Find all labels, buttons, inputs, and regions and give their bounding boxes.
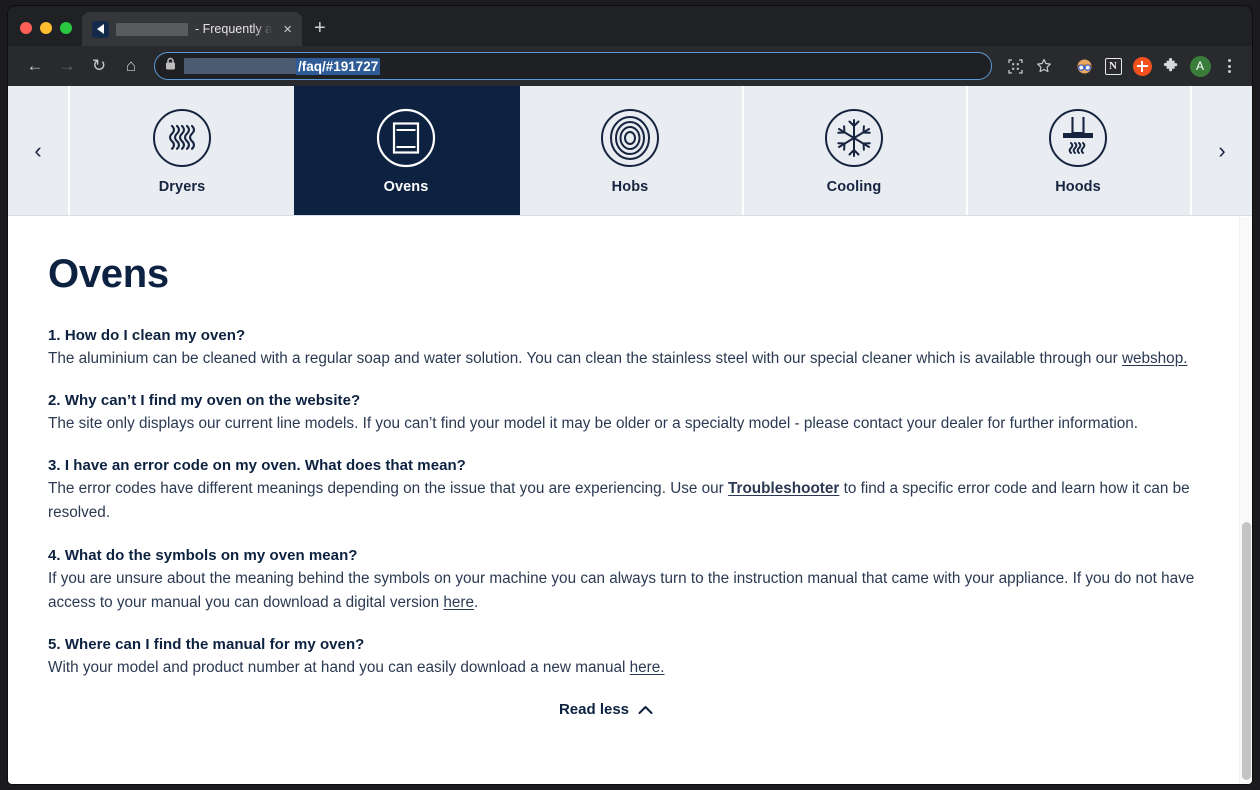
faq-answer-text: The aluminium can be cleaned with a regu… <box>48 350 1122 367</box>
page-scrollbar[interactable] <box>1239 217 1252 784</box>
faq-content: Ovens 1. How do I clean my oven? The alu… <box>8 216 1252 783</box>
faq-item: 5. Where can I find the manual for my ov… <box>48 636 1204 680</box>
carousel-label-hobs: Hobs <box>611 178 649 195</box>
redacted-site-name <box>116 22 188 36</box>
bookmark-star-icon[interactable] <box>1031 53 1057 79</box>
faq-answer: The error codes have different meanings … <box>48 477 1204 525</box>
profile-avatar-letter: A <box>1189 55 1211 77</box>
new-tab-button[interactable]: + <box>314 18 326 38</box>
site-favicon <box>92 20 109 38</box>
faq-answer-text: With your model and product number at ha… <box>48 658 630 676</box>
faq-item: 4. What do the symbols on my oven mean? … <box>48 547 1204 615</box>
page-viewport: ‹ Dryers Ovens Hobs Cooling Hoods › Oven… <box>8 86 1252 784</box>
faq-answer-link[interactable]: here. <box>630 659 665 676</box>
carousel-prev-button[interactable]: ‹ <box>8 86 70 215</box>
faq-answer-text-post: . <box>474 593 479 611</box>
faq-answer: If you are unsure about the meaning behi… <box>48 567 1204 615</box>
close-tab-icon[interactable]: × <box>279 20 296 39</box>
reload-button[interactable]: ↻ <box>84 51 114 81</box>
orange-plus-extension-icon[interactable] <box>1129 53 1155 79</box>
carousel-item-hoods[interactable]: Hoods <box>966 86 1190 215</box>
faq-question: 2. Why can’t I find my oven on the websi… <box>48 392 361 410</box>
faq-answer-text: The error codes have different meanings … <box>48 480 729 498</box>
faq-item: 1. How do I clean my oven? The aluminium… <box>48 327 1204 371</box>
maximize-window-button[interactable] <box>60 22 72 34</box>
carousel-label-ovens: Ovens <box>383 178 429 195</box>
chevron-up-icon <box>638 705 653 714</box>
qr-code-icon[interactable] <box>1002 53 1028 79</box>
faq-answer: The site only displays our current line … <box>48 412 1204 436</box>
dryer-icon <box>153 108 211 167</box>
hood-icon <box>1049 108 1107 167</box>
category-carousel: ‹ Dryers Ovens Hobs Cooling Hoods › <box>8 86 1252 216</box>
redacted-domain <box>184 58 296 74</box>
faq-answer-text: The site only displays our current line … <box>48 415 1139 433</box>
close-window-button[interactable] <box>20 22 32 34</box>
browser-toolbar: ← → ↻ ⌂ /faq/#191727 N A <box>8 46 1252 86</box>
glasses-avatar-extension-icon[interactable] <box>1071 53 1097 79</box>
chrome-menu-icon[interactable] <box>1216 53 1242 79</box>
faq-question: 4. What do the symbols on my oven mean? <box>48 546 358 564</box>
carousel-label-cooling: Cooling <box>826 178 882 195</box>
hob-icon <box>601 108 659 167</box>
tab-strip: - Frequently ask × + <box>8 6 1252 46</box>
faq-item: 3. I have an error code on my oven. What… <box>48 457 1204 525</box>
faq-item: 2. Why can’t I find my oven on the websi… <box>48 392 1204 436</box>
faq-question: 3. I have an error code on my oven. What… <box>48 457 466 475</box>
carousel-item-dryers[interactable]: Dryers <box>70 86 294 215</box>
carousel-label-dryers: Dryers <box>158 178 206 195</box>
faq-answer: The aluminium can be cleaned with a regu… <box>48 347 1204 371</box>
faq-answer-link[interactable]: here <box>443 594 474 611</box>
carousel-items: Dryers Ovens Hobs Cooling Hoods <box>70 86 1190 215</box>
address-bar[interactable]: /faq/#191727 <box>154 52 992 80</box>
troubleshooter-link[interactable]: Troubleshooter <box>728 480 839 497</box>
profile-avatar[interactable]: A <box>1187 53 1213 79</box>
faq-question: 5. Where can I find the manual for my ov… <box>48 635 365 653</box>
carousel-item-cooling[interactable]: Cooling <box>742 86 966 215</box>
faq-question: 1. How do I clean my oven? <box>48 327 246 344</box>
back-button[interactable]: ← <box>20 51 50 81</box>
minimize-window-button[interactable] <box>40 22 52 34</box>
faq-answer-text: If you are unsure about the meaning behi… <box>48 569 1195 611</box>
tab-title: - Frequently ask <box>195 22 273 36</box>
read-less-button[interactable]: Read less <box>48 701 1164 718</box>
forward-button[interactable]: → <box>52 51 82 81</box>
carousel-next-button[interactable]: › <box>1190 86 1252 215</box>
lock-icon <box>165 57 176 75</box>
page-title: Ovens <box>48 252 169 296</box>
faq-answer-link[interactable]: webshop. <box>1122 350 1187 367</box>
carousel-item-ovens[interactable]: Ovens <box>294 86 518 215</box>
window-traffic-lights <box>8 22 82 46</box>
browser-window: - Frequently ask × + ← → ↻ ⌂ /faq/#19172… <box>8 6 1252 784</box>
notion-extension-icon[interactable]: N <box>1100 53 1126 79</box>
home-button[interactable]: ⌂ <box>116 51 146 81</box>
carousel-label-hoods: Hoods <box>1055 178 1101 195</box>
toolbar-icons: N A <box>1002 53 1242 79</box>
carousel-item-hobs[interactable]: Hobs <box>518 86 742 215</box>
oven-icon <box>376 108 436 167</box>
url-path-text: /faq/#191727 <box>296 57 381 75</box>
snowflake-icon <box>825 108 883 167</box>
browser-tab[interactable]: - Frequently ask × <box>82 12 302 46</box>
read-less-label: Read less <box>558 701 630 719</box>
page-scrollbar-thumb[interactable] <box>1242 522 1251 780</box>
faq-answer: With your model and product number at ha… <box>48 656 1204 680</box>
extensions-puzzle-icon[interactable] <box>1158 53 1184 79</box>
